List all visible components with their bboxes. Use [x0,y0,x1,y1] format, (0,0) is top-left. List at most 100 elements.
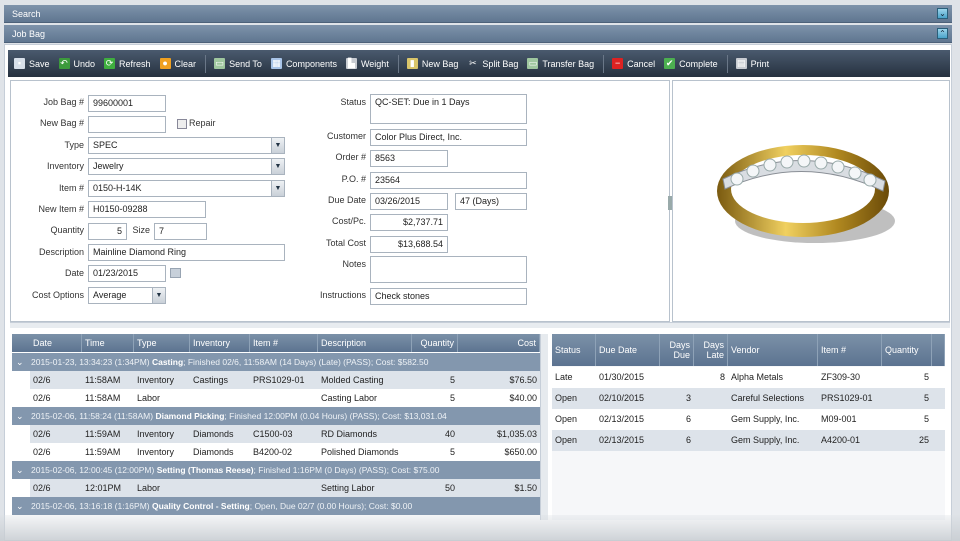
step-group-row[interactable]: ⌄ 2015-02-06, 11:58:24 (11:58AM) Diamond … [12,407,540,425]
step-group-row[interactable]: ⌄ 2015-02-06, 13:16:18 (1:16PM) Quality C… [12,497,540,515]
step-group-row[interactable]: ⌄ 2015-02-06, 12:00:45 (12:00PM) Setting … [12,461,540,479]
due-date-field[interactable]: 03/26/2015 [370,193,448,210]
table-row[interactable]: 02/6 11:59AM Inventory Diamonds C1500-03 RD D… [30,425,540,443]
chevron-down-icon[interactable]: ⌄ [16,497,24,515]
column-header-item[interactable]: Item # [818,334,882,366]
new-item-field[interactable]: H0150-09288 [88,201,206,218]
cost-options-dropdown[interactable]: Average ▼ [88,287,166,304]
button-label: New Bag [421,58,459,69]
cell-description: Casting Labor [321,393,378,403]
refresh-button[interactable]: ⟳ Refresh [104,58,151,69]
chevron-down-icon[interactable]: ⌄ [16,461,24,479]
item-value: 0150-H-14K [93,183,142,193]
split-bag-icon: ✂ [469,58,477,68]
new-bag-field[interactable] [88,116,166,133]
cell-dayslate [694,388,728,409]
cell-date: 02/6 [33,429,51,439]
save-button[interactable]: ▪ Save [14,58,50,69]
column-header-quantity[interactable]: Quantity [412,334,458,352]
bottom-fade [0,515,960,541]
dropdown-arrow-icon[interactable]: ▼ [271,159,284,174]
order-field[interactable]: 8563 [370,150,448,167]
grid-splitter[interactable] [540,334,548,520]
table-row[interactable]: Late 01/30/2015 8 Alpha Metals ZF309-30 5 [552,367,945,388]
job-bag-field[interactable]: 99600001 [88,95,166,112]
table-row[interactable]: Open 02/13/2015 6 Gem Supply, Inc. M09-001 5 [552,409,945,430]
components-button[interactable]: ▦ Components [270,58,337,69]
weight-button[interactable]: ▙ Weight [345,58,389,69]
collapse-chevron-up-icon[interactable]: ⌃ [937,28,948,39]
table-row[interactable]: 02/6 11:58AM Inventory Castings PRS1029-01 Mo… [30,371,540,389]
column-header-type[interactable]: Type [134,334,190,352]
column-header-status[interactable]: Status [552,334,596,366]
notes-field[interactable] [370,256,527,283]
cell-status: Late [555,372,573,382]
customer-field[interactable]: Color Plus Direct, Inc. [370,129,527,146]
transfer-bag-button[interactable]: ▭ Transfer Bag [527,58,594,69]
job-bag-section-header[interactable]: Job Bag ⌃ [4,25,952,43]
calendar-icon[interactable] [170,268,181,278]
job-bag-header-label: Job Bag [12,29,46,39]
horizontal-splitter[interactable] [10,322,950,328]
column-header-duedate[interactable]: Due Date [596,334,660,366]
type-dropdown[interactable]: SPEC ▼ [88,137,285,154]
size-field[interactable]: 7 [154,223,207,240]
cell-item: M09-001 [821,414,857,424]
table-row[interactable]: Open 02/13/2015 6 Gem Supply, Inc. A4200-01 2… [552,430,945,451]
column-header-vendor[interactable]: Vendor [728,334,818,366]
cell-quantity: 40 [444,429,455,439]
step-group-summary: 2015-01-23, 13:34:23 (1:34PM) Casting; F… [28,353,432,371]
item-dropdown[interactable]: 0150-H-14K ▼ [88,180,285,197]
chevron-down-icon[interactable]: ⌄ [16,407,24,425]
step-group-summary: 2015-02-06, 13:16:18 (1:16PM) Quality Co… [28,497,415,515]
cancel-button[interactable]: − Cancel [612,58,655,69]
due-days-field[interactable]: 47 (Days) [455,193,527,210]
clear-button[interactable]: ● Clear [159,58,196,69]
expand-chevron-down-icon[interactable]: ⌄ [937,8,948,19]
cell-dayslate: 8 [719,372,725,382]
step-start: 2015-02-06, 11:58:24 (11:58AM) [31,411,156,421]
splitter-handle[interactable] [668,196,672,210]
dropdown-arrow-icon[interactable]: ▼ [152,288,165,303]
cell-item [250,479,318,497]
step-group-row[interactable]: ⌄ 2015-01-23, 13:34:23 (1:34PM) Casting; … [12,353,540,371]
inventory-dropdown[interactable]: Jewelry ▼ [88,158,285,175]
instructions-field[interactable]: Check stones [370,288,527,305]
send-to-icon: ▭ [214,58,226,69]
print-button[interactable]: ▤ Print [735,58,769,69]
dropdown-arrow-icon[interactable]: ▼ [271,138,284,153]
column-header-dayslate[interactable]: Days Late [694,334,728,366]
table-row[interactable]: Open 02/10/2015 3 Careful Selections PRS1029… [552,388,945,409]
repair-checkbox[interactable] [177,119,187,129]
button-label: Complete [679,58,718,69]
split-bag-button[interactable]: ✂ Split Bag [467,58,518,69]
complete-button[interactable]: ✔ Complete [664,58,718,69]
search-section-header[interactable]: Search ⌄ [4,5,952,23]
table-row[interactable]: 02/6 11:58AM Labor Casting Labor 5 $40.00 [30,389,540,407]
description-field[interactable]: Mainline Diamond Ring [88,244,285,261]
total-cost-field[interactable]: $13,688.54 [370,236,448,253]
column-header-inventory[interactable]: Inventory [190,334,250,352]
chevron-down-icon[interactable]: ⌄ [16,353,24,371]
dropdown-arrow-icon[interactable]: ▼ [271,181,284,196]
column-header-item[interactable]: Item # [250,334,318,352]
po-field[interactable]: 23564 [370,172,527,189]
quantity-field[interactable]: 5 [88,223,127,240]
send-to-button[interactable]: ▭ Send To [214,58,262,69]
column-header-cost[interactable]: Cost [458,334,540,352]
column-header-description[interactable]: Description [318,334,412,352]
cell-cost: $76.50 [509,375,537,385]
undo-button[interactable]: ↶ Undo [58,58,95,69]
new-bag-button[interactable]: ▮ New Bag [406,58,459,69]
column-header-date[interactable]: Date [30,334,82,352]
table-row[interactable]: 02/6 12:01PM Labor Setting Labor 50 $1.50 [30,479,540,497]
cell-quantity: 5 [923,414,929,424]
cell-vendor: Gem Supply, Inc. [731,435,800,445]
table-row[interactable]: 02/6 11:59AM Inventory Diamonds B4200-02 Poli… [30,443,540,461]
column-header-daysdue[interactable]: Days Due [660,334,694,366]
date-field[interactable]: 01/23/2015 [88,265,166,282]
cost-pc-field[interactable]: $2,737.71 [370,214,448,231]
status-field[interactable]: QC-SET: Due in 1 Days [370,94,527,124]
column-header-time[interactable]: Time [82,334,134,352]
column-header-quantity[interactable]: Quantity [882,334,932,366]
